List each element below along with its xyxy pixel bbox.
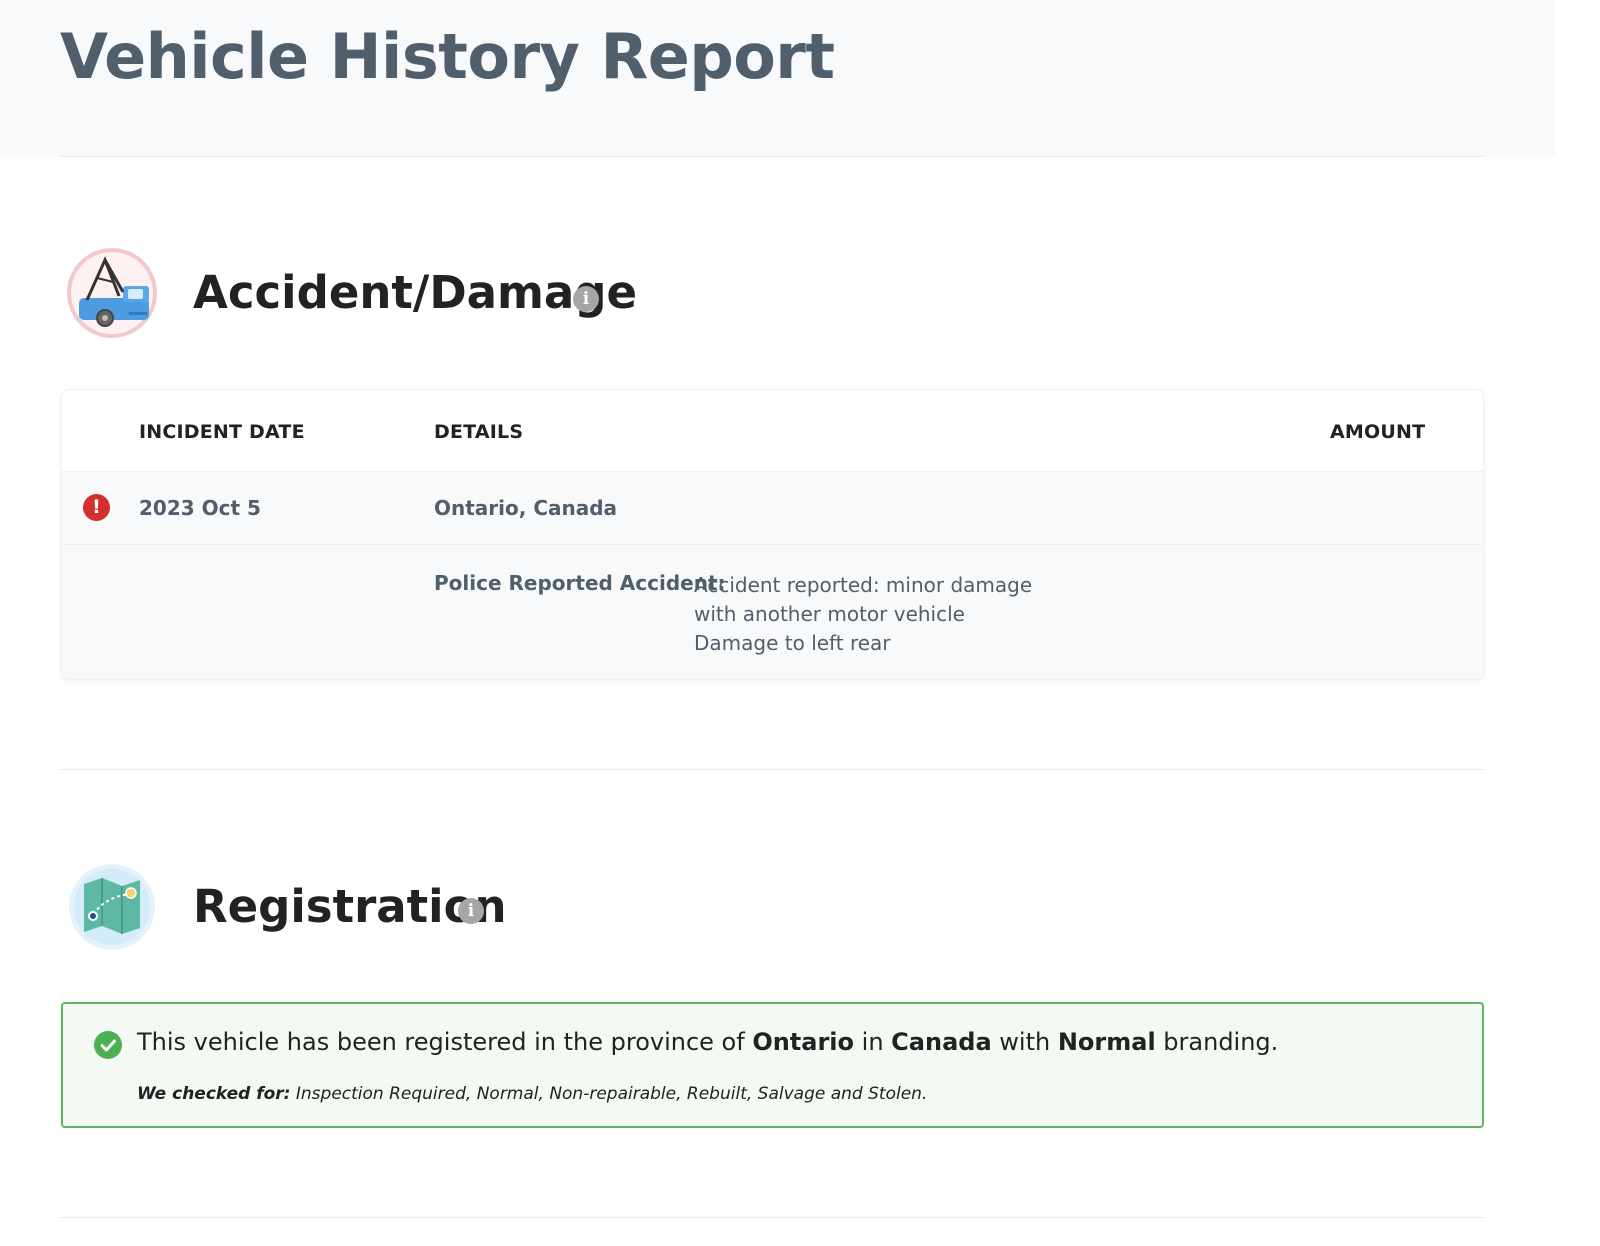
column-header-details: DETAILS [434, 421, 524, 443]
incident-location: Ontario, Canada [434, 496, 618, 520]
registration-checked-for: We checked for: Inspection Required, Nor… [137, 1084, 928, 1104]
detail-line: Damage to left rear [694, 631, 891, 655]
registration-country: Canada [891, 1028, 992, 1056]
info-icon[interactable]: i [458, 898, 484, 924]
detail-line: Accident reported: minor damage [694, 573, 1033, 597]
header-divider [60, 156, 1485, 157]
table-row: ! 2023 Oct 5 Ontario, Canada [62, 472, 1483, 545]
section-divider [60, 1217, 1485, 1218]
registration-section-header: Registration i [60, 862, 860, 962]
page-title: Vehicle History Report [60, 20, 835, 93]
info-icon[interactable]: i [573, 286, 599, 312]
alert-icon: ! [83, 494, 110, 521]
detail-label: Police Reported Accident: [434, 571, 726, 595]
detail-line: with another motor vehicle [694, 602, 965, 626]
registration-summary: This vehicle has been registered in the … [137, 1028, 1279, 1056]
accident-section-title: Accident/Damage [193, 266, 638, 319]
column-header-amount: AMOUNT [1330, 421, 1426, 443]
accident-section-header: Accident/Damage i [60, 248, 860, 348]
detail-description: Accident reported: minor damage with ano… [694, 571, 1032, 658]
tow-truck-icon [67, 248, 157, 338]
column-header-incident-date: INCIDENT DATE [139, 421, 305, 443]
section-divider [60, 769, 1485, 770]
map-icon [67, 862, 157, 952]
check-circle-icon [94, 1031, 122, 1059]
registration-branding: Normal [1057, 1028, 1156, 1056]
table-row-detail: Police Reported Accident: Accident repor… [62, 545, 1483, 679]
table-header: INCIDENT DATE DETAILS AMOUNT [62, 390, 1483, 472]
incident-date: 2023 Oct 5 [139, 496, 261, 520]
registration-province: Ontario [752, 1028, 855, 1056]
accident-table: INCIDENT DATE DETAILS AMOUNT ! 2023 Oct … [61, 389, 1484, 680]
page-header: Vehicle History Report [0, 0, 1555, 157]
registration-status-box: This vehicle has been registered in the … [61, 1002, 1484, 1128]
